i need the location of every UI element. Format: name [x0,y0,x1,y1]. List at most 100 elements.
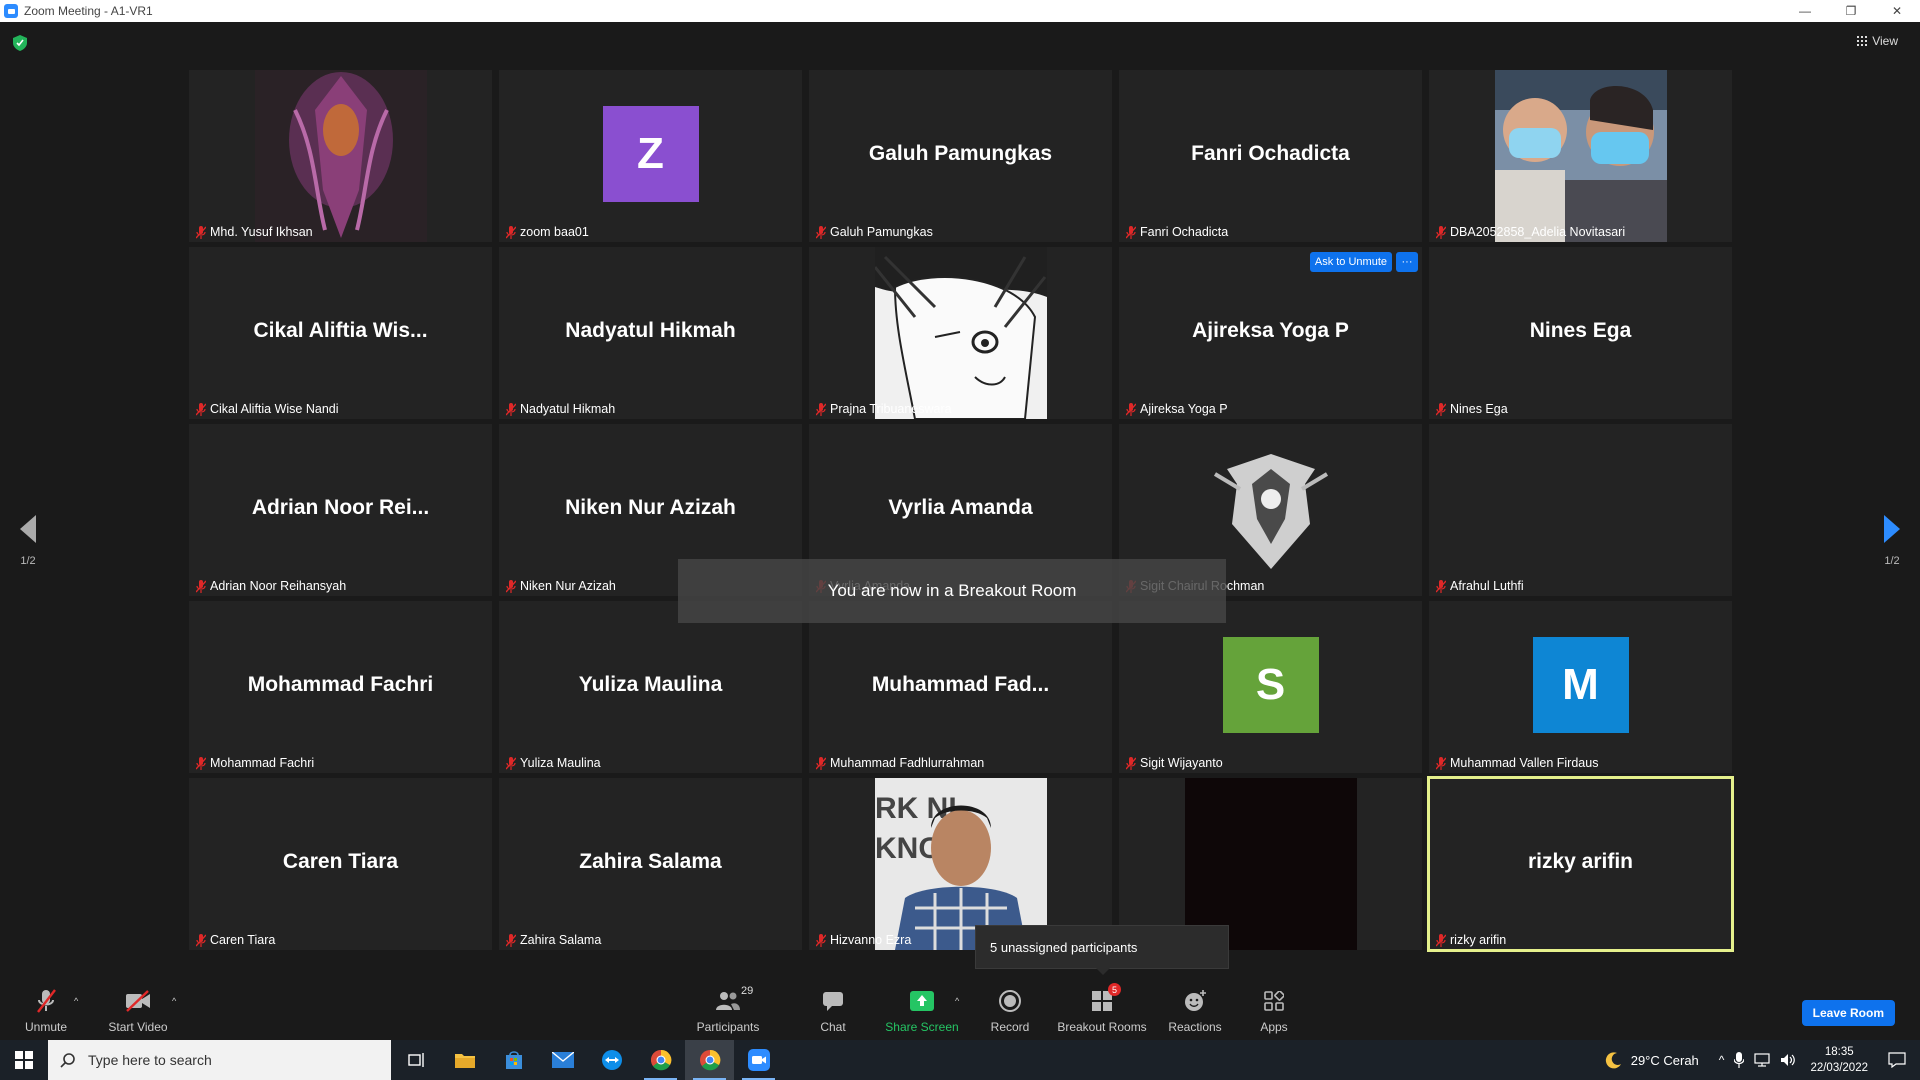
participant-name-label: Zahira Salama [503,932,604,948]
page-prev[interactable]: 1/2 [8,515,48,567]
taskbar-zoom[interactable] [734,1040,783,1080]
participant-tile[interactable]: Nines Ega Nines Ega [1429,247,1732,419]
meeting-toolbar: Unmute ^ Start Video ^ 29 Participants C… [0,982,1920,1040]
participant-name: Fanri Ochadicta [1140,225,1229,239]
participant-tile[interactable]: Mohammad Fachri Mohammad Fachri [189,601,492,773]
taskbar-store[interactable] [489,1040,538,1080]
participant-name: zoom baa01 [520,225,589,239]
apps-button[interactable]: Apps [1254,982,1294,1040]
store-icon [505,1051,522,1069]
participant-tile[interactable]: M Muhammad Vallen Firdaus [1429,601,1732,773]
participant-name-label: Sigit Wijayanto [1123,755,1226,771]
leave-room-button[interactable]: Leave Room [1801,1000,1895,1026]
participant-video [1494,70,1667,242]
microphone-icon[interactable] [1734,1052,1745,1068]
close-button[interactable]: ✕ [1874,0,1920,22]
share-options-caret-icon[interactable]: ^ [955,996,959,1006]
participant-name-label: Ajireksa Yoga P [1123,401,1231,417]
participant-tile[interactable]: rizky arifin rizky arifin [1427,776,1734,952]
zoom-app-icon [4,4,18,18]
participant-name-label: Hizvanno Ezra [813,932,914,948]
more-options-button[interactable]: ··· [1396,252,1418,272]
chat-button[interactable]: Chat [808,982,858,1040]
reactions-button[interactable]: Reactions [1166,982,1224,1040]
participant-tile[interactable]: DBA2052858_Adelia Novitasari [1429,70,1732,242]
tray-chevron-icon[interactable]: ^ [1719,1053,1725,1067]
participant-name-label: Nines Ega [1433,401,1511,417]
taskbar-mail[interactable] [538,1040,587,1080]
audio-options-caret-icon[interactable]: ^ [74,996,78,1006]
page-next[interactable]: 1/2 [1872,515,1912,567]
participant-tile[interactable]: Nadyatul Hikmah Nadyatul Hikmah [499,247,802,419]
participant-tile[interactable]: Galuh Pamungkas Galuh Pamungkas [809,70,1112,242]
record-icon [999,990,1021,1012]
unmute-label: Unmute [24,1020,68,1034]
participants-count: 29 [741,985,754,997]
participant-name: Galuh Pamungkas [830,225,933,239]
participant-display-name: Nines Ega [1529,319,1632,342]
mic-muted-icon [195,402,207,416]
participant-tile[interactable]: Adrian Noor Rei... Adrian Noor Reihansyah [189,424,492,596]
start-video-button[interactable]: Start Video [106,982,170,1040]
participant-tile[interactable]: Prajna Tribuaneswara [809,247,1112,419]
participant-tile[interactable]: Yuliza Maulina Yuliza Maulina [499,601,802,773]
grid-icon [1857,36,1868,46]
mic-muted-icon [815,933,827,947]
shield-icon[interactable] [13,35,27,51]
participant-video [874,247,1047,419]
breakout-rooms-button[interactable]: 5 Breakout Rooms [1054,982,1150,1040]
participant-tile[interactable]: S Sigit Wijayanto [1119,601,1422,773]
taskbar-chrome-2[interactable] [685,1040,734,1080]
weather-text[interactable]: 29°C Cerah [1631,1053,1699,1068]
mic-muted-icon [505,225,517,239]
participant-display-name: Muhammad Fad... [871,673,1050,696]
participant-name: Adrian Noor Reihansyah [210,579,347,593]
mic-muted-icon [815,756,827,770]
participant-name-label: Afrahul Luthfi [1433,578,1527,594]
ask-to-unmute-button[interactable]: Ask to Unmute [1309,252,1392,272]
participant-display-name: Niken Nur Azizah [565,496,736,519]
participant-name: Ajireksa Yoga P [1140,402,1228,416]
participant-video [254,70,427,242]
notification-icon[interactable] [1888,1052,1906,1068]
windows-logo-icon [15,1051,33,1069]
arrow-right-icon [1884,515,1900,543]
start-button[interactable] [0,1040,48,1080]
network-icon[interactable] [1754,1053,1771,1067]
video-options-caret-icon[interactable]: ^ [172,996,176,1006]
participants-label: Participants [696,1020,760,1034]
participants-button[interactable]: 29 Participants [692,982,764,1040]
participant-tile[interactable]: Zahira Salama Zahira Salama [499,778,802,950]
view-button[interactable]: View [1857,34,1898,48]
task-view-button[interactable] [391,1040,440,1080]
system-tray: 29°C Cerah ^ 18:35 22/03/2022 [1605,1040,1920,1080]
share-screen-button[interactable]: Share Screen [882,982,962,1040]
taskbar-chrome[interactable] [636,1040,685,1080]
participant-display-name: Nadyatul Hikmah [565,319,736,342]
participant-tile[interactable]: Afrahul Luthfi [1429,424,1732,596]
minimize-button[interactable]: — [1782,0,1828,22]
participant-tile[interactable]: Cikal Aliftia Wis... Cikal Aliftia Wise N… [189,247,492,419]
share-screen-label: Share Screen [885,1020,959,1034]
participant-display-name: Vyrlia Amanda [888,496,1033,519]
participant-tile[interactable]: Mhd. Yusuf Ikhsan [189,70,492,242]
participant-tile[interactable]: Zzoom baa01 [499,70,802,242]
participant-display-name: Adrian Noor Rei... [251,496,430,519]
unassigned-tooltip: 5 unassigned participants [975,925,1229,975]
mic-muted-icon [1125,402,1137,416]
participant-tile[interactable]: Ajireksa Yoga P Ajireksa Yoga P Ask to Unm… [1119,247,1422,419]
taskbar-teamviewer[interactable] [587,1040,636,1080]
clock-time: 18:35 [1824,1046,1854,1058]
volume-icon[interactable] [1780,1053,1796,1067]
record-button[interactable]: Record [984,982,1036,1040]
restore-button[interactable]: ❐ [1828,0,1874,22]
window-title: Zoom Meeting - A1-VR1 [24,4,153,18]
participant-tile[interactable]: Fanri Ochadicta Fanri Ochadicta [1119,70,1422,242]
participant-name-label: Fanri Ochadicta [1123,224,1231,240]
taskbar-search[interactable]: Type here to search [48,1040,391,1080]
taskbar-clock[interactable]: 18:35 22/03/2022 [1810,1044,1868,1076]
participant-tile[interactable]: Muhammad Fad... Muhammad Fadhlurrahman [809,601,1112,773]
taskbar-file-explorer[interactable] [440,1040,489,1080]
participant-tile[interactable]: Caren Tiara Caren Tiara [189,778,492,950]
unmute-button[interactable]: Unmute [20,982,72,1040]
